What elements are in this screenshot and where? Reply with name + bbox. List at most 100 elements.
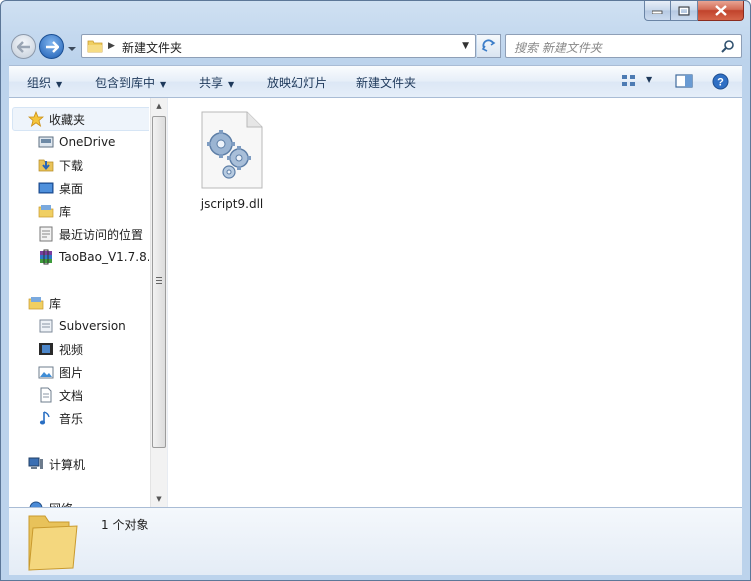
nav-item-label: 最近访问的位置	[59, 227, 144, 242]
nav-item-label: 视频	[59, 342, 84, 357]
minimize-button[interactable]	[644, 1, 671, 21]
scroll-thumb[interactable]	[152, 116, 166, 448]
view-grid-icon	[622, 75, 635, 86]
slideshow-button[interactable]: 放映幻灯片	[267, 74, 327, 91]
navigation-pane: 收藏夹 OneDrive 下载 桌面 库 最近访问的位置 TaoBao_V1.7…	[9, 98, 149, 507]
nav-item-recent-places[interactable]: 最近访问的位置	[38, 223, 143, 245]
scroll-up-button[interactable]: ▲	[151, 98, 167, 114]
scroll-down-button[interactable]: ▼	[151, 491, 167, 507]
nav-network-label: 网络	[49, 500, 73, 508]
file-list[interactable]: jscript9.dll	[168, 98, 742, 507]
nav-item-label: 文档	[59, 388, 84, 403]
maximize-button[interactable]	[671, 1, 698, 21]
computer-icon	[28, 457, 43, 469]
refresh-button[interactable]	[477, 34, 501, 58]
downloads-icon	[38, 159, 54, 172]
desktop-icon	[38, 182, 54, 194]
svg-text:?: ?	[717, 77, 724, 89]
nav-item-label: 音乐	[59, 411, 84, 426]
view-options-dropdown[interactable]: ▼	[646, 75, 652, 84]
back-arrow-icon	[16, 40, 30, 53]
nav-item-label: 库	[59, 204, 72, 219]
minimize-icon	[652, 10, 663, 14]
grip-icon	[156, 277, 162, 284]
breadcrumb-current[interactable]: 新建文件夹	[122, 39, 182, 56]
nav-item-onedrive[interactable]: OneDrive	[38, 131, 115, 153]
nav-favorites-label: 收藏夹	[49, 112, 86, 127]
nav-item-documents[interactable]: 文档	[38, 384, 83, 406]
nav-computer[interactable]: 计算机	[28, 453, 85, 475]
document-library-icon	[39, 319, 53, 333]
nav-item-downloads[interactable]: 下载	[38, 154, 83, 176]
winrar-icon	[40, 249, 52, 265]
share-menu[interactable]: 共享 ▼	[199, 74, 234, 91]
nav-item-videos[interactable]: 视频	[38, 338, 83, 360]
star-icon	[28, 111, 44, 127]
folder-icon	[28, 515, 78, 571]
help-button[interactable]: ?	[712, 73, 729, 93]
organize-label: 组织	[27, 76, 52, 90]
nav-item-label: 图片	[59, 365, 84, 380]
preview-pane-icon	[675, 74, 693, 88]
nav-item-label: Subversion	[59, 319, 126, 333]
explorer-window: ▶ 新建文件夹 ▼ 搜索 新建文件夹 组织 ▼ 包含到库中 ▼ 共享 ▼ 放映幻灯片 …	[0, 0, 751, 581]
close-icon	[714, 5, 727, 16]
recent-places-icon	[39, 226, 53, 242]
nav-computer-label: 计算机	[49, 457, 86, 472]
caption-buttons	[644, 1, 744, 21]
include-in-library-label: 包含到库中	[95, 76, 156, 90]
refresh-icon	[481, 39, 495, 52]
onedrive-icon	[38, 136, 54, 148]
dll-file-icon	[201, 111, 263, 189]
network-icon	[29, 501, 43, 507]
navigation-scrollbar[interactable]: ▲ ▼	[150, 98, 167, 507]
file-name: jscript9.dll	[200, 197, 264, 211]
nav-item-music[interactable]: 音乐	[38, 407, 83, 429]
content-area: 收藏夹 OneDrive 下载 桌面 库 最近访问的位置 TaoBao_V1.7…	[9, 98, 742, 507]
details-pane: 1 个对象	[9, 507, 742, 575]
nav-item-library[interactable]: 库	[38, 200, 71, 222]
command-bar: 组织 ▼ 包含到库中 ▼ 共享 ▼ 放映幻灯片 新建文件夹 ▼ ?	[9, 65, 742, 98]
chevron-down-icon	[68, 47, 76, 51]
chevron-down-icon: ▼	[160, 80, 167, 89]
share-label: 共享	[199, 76, 224, 90]
search-box[interactable]: 搜索 新建文件夹	[505, 34, 742, 58]
address-row: ▶ 新建文件夹 ▼ 搜索 新建文件夹	[9, 31, 742, 61]
search-icon[interactable]	[721, 39, 735, 53]
preview-pane-button[interactable]	[675, 73, 693, 92]
recent-pages-dropdown[interactable]	[67, 42, 77, 52]
pictures-icon	[38, 366, 54, 379]
breadcrumb-separator-icon[interactable]: ▶	[108, 41, 115, 51]
nav-item-label: 桌面	[59, 181, 84, 196]
maximize-icon	[678, 6, 690, 15]
nav-item-subversion[interactable]: Subversion	[38, 315, 126, 337]
address-history-dropdown[interactable]: ▼	[462, 41, 469, 51]
nav-item-desktop[interactable]: 桌面	[38, 177, 83, 199]
file-item[interactable]: jscript9.dll	[194, 110, 270, 211]
back-button[interactable]	[11, 34, 36, 59]
nav-item-label: OneDrive	[59, 135, 116, 149]
nav-network[interactable]: 网络	[28, 497, 73, 507]
nav-item-taobao[interactable]: TaoBao_V1.7.8.	[38, 246, 149, 268]
nav-item-pictures[interactable]: 图片	[38, 361, 83, 383]
forward-button[interactable]	[39, 34, 64, 59]
search-input[interactable]: 搜索 新建文件夹	[514, 39, 602, 56]
documents-icon	[40, 387, 52, 403]
video-icon	[39, 343, 53, 355]
nav-libraries-label: 库	[49, 296, 62, 311]
library-icon	[38, 205, 54, 218]
organize-menu[interactable]: 组织 ▼	[27, 74, 62, 91]
include-in-library-menu[interactable]: 包含到库中 ▼	[95, 74, 166, 91]
change-view-button[interactable]	[621, 73, 637, 92]
library-icon	[28, 297, 44, 310]
chevron-down-icon: ▼	[228, 80, 235, 89]
folder-icon	[87, 40, 103, 53]
help-icon: ?	[712, 73, 729, 90]
address-bar[interactable]: ▶ 新建文件夹 ▼	[81, 34, 476, 58]
close-button[interactable]	[698, 1, 744, 21]
new-folder-button[interactable]: 新建文件夹	[356, 74, 416, 91]
nav-favorites[interactable]: 收藏夹	[28, 108, 85, 130]
chevron-down-icon: ▼	[56, 80, 63, 89]
forward-arrow-icon	[45, 40, 59, 53]
nav-libraries[interactable]: 库	[28, 292, 61, 314]
